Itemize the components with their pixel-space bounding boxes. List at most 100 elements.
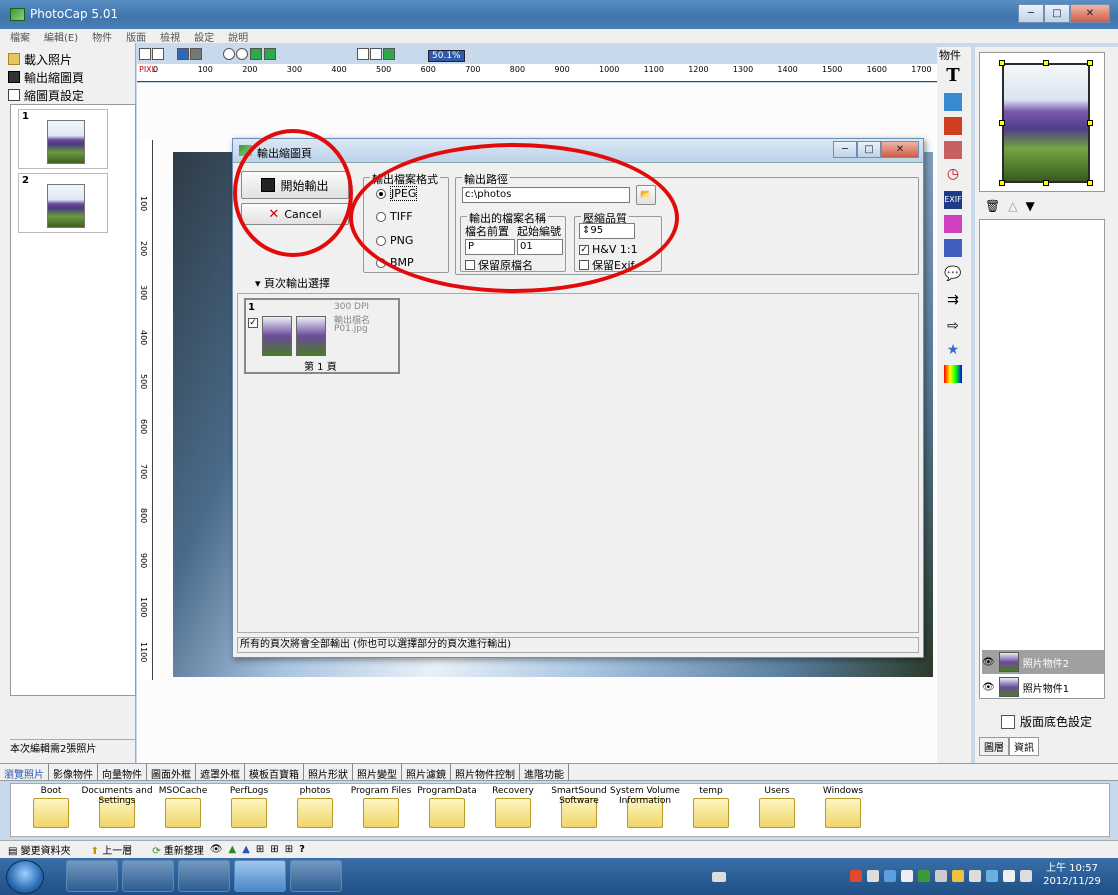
- tray-app-icon[interactable]: [901, 870, 913, 882]
- page-select-toggle[interactable]: ▾ 頁次輸出選擇: [255, 275, 330, 291]
- star-icon[interactable]: ★: [944, 341, 962, 359]
- layers-tool-icon[interactable]: [944, 141, 962, 159]
- speech-bubble-icon[interactable]: 💬: [944, 265, 962, 283]
- hand-icon[interactable]: [370, 48, 382, 60]
- image-tool-icon[interactable]: [944, 93, 962, 111]
- change-folder-button[interactable]: ▤ 變更資料夾: [8, 842, 71, 857]
- resize-handle[interactable]: [1087, 180, 1093, 186]
- network-icon[interactable]: [1003, 870, 1015, 882]
- sort-icon[interactable]: ▲: [242, 844, 250, 855]
- tab-templates[interactable]: 模板百寶箱: [245, 764, 304, 781]
- resize-handle[interactable]: [1087, 120, 1093, 126]
- tab-object-control[interactable]: 照片物件控制: [451, 764, 520, 781]
- thumbnail-item[interactable]: 1: [18, 109, 108, 169]
- copy-icon[interactable]: [177, 48, 189, 60]
- folder-item[interactable]: Windows: [807, 784, 879, 838]
- eye-icon[interactable]: 👁: [982, 657, 995, 668]
- bg-color-checkbox[interactable]: [1001, 714, 1015, 729]
- grid-large-icon[interactable]: ⊞: [285, 844, 293, 855]
- layer-item[interactable]: 👁 照片物件2: [982, 650, 1104, 674]
- resize-handle[interactable]: [999, 180, 1005, 186]
- actual-size-icon[interactable]: [264, 48, 276, 60]
- tray-app-icon[interactable]: [986, 870, 998, 882]
- tab-frames[interactable]: 圖面外框: [147, 764, 196, 781]
- trash-icon[interactable]: 🗑: [985, 199, 1008, 213]
- folder-item[interactable]: System Volume Information: [609, 784, 681, 838]
- resize-handle[interactable]: [999, 120, 1005, 126]
- thumbnail-settings-button[interactable]: 縮圖頁設定: [8, 86, 84, 104]
- word-taskbar-icon[interactable]: [290, 860, 342, 892]
- thumbnail-item[interactable]: 2: [18, 173, 108, 233]
- grid-small-icon[interactable]: ⊞: [256, 844, 264, 855]
- undo-icon[interactable]: [139, 48, 151, 60]
- color-grid-icon[interactable]: [944, 365, 962, 383]
- up-level-button[interactable]: ⬆ 上一層: [91, 842, 133, 857]
- bg-color-setting[interactable]: 版面底色設定: [1001, 713, 1092, 730]
- tab-photo-warp[interactable]: 照片變型: [353, 764, 402, 781]
- refresh-button[interactable]: ⟳ 重新整理: [152, 842, 204, 857]
- text-tool-icon[interactable]: T: [944, 67, 962, 85]
- folder-item[interactable]: Recovery: [477, 784, 549, 838]
- page-card[interactable]: 1 ✓ 300 DPI 輸出檔名 P01.jpg 第 1 頁: [244, 298, 400, 374]
- cake-icon[interactable]: [944, 215, 962, 233]
- resize-handle[interactable]: [999, 60, 1005, 66]
- calendar-icon[interactable]: [944, 239, 962, 257]
- resize-handle[interactable]: [1087, 60, 1093, 66]
- exif-icon[interactable]: EXIF: [944, 191, 962, 209]
- eye-icon[interactable]: 👁: [982, 682, 995, 693]
- tab-image-objects[interactable]: 影像物件: [49, 764, 98, 781]
- tray-app-icon[interactable]: [935, 870, 947, 882]
- folder-item[interactable]: MSOCache: [147, 784, 219, 838]
- tray-app-icon[interactable]: [952, 870, 964, 882]
- folder-item[interactable]: ProgramData: [411, 784, 483, 838]
- fit-icon[interactable]: [250, 48, 262, 60]
- redo-icon[interactable]: [152, 48, 164, 60]
- layer-item[interactable]: 👁 照片物件1: [982, 675, 1104, 699]
- tray-app-icon[interactable]: [969, 870, 981, 882]
- view-icon[interactable]: 👁: [210, 844, 223, 855]
- keyboard-icon[interactable]: [712, 872, 726, 882]
- media-player-taskbar-icon[interactable]: [122, 860, 174, 892]
- menu-edit[interactable]: 編輯(E): [44, 29, 78, 44]
- zoom-in-icon[interactable]: [223, 48, 235, 60]
- folder-item[interactable]: Documents and Settings: [81, 784, 153, 838]
- tray-app-icon[interactable]: [884, 870, 896, 882]
- tab-browse-photos[interactable]: 瀏覽照片: [0, 764, 49, 781]
- export-thumbnail-page-button[interactable]: 輸出縮圖頁: [8, 68, 84, 86]
- zoom-out-icon[interactable]: [236, 48, 248, 60]
- menu-view[interactable]: 檢視: [160, 29, 180, 44]
- clock-icon[interactable]: ◷: [944, 165, 962, 183]
- photocap-taskbar-icon[interactable]: [234, 860, 286, 892]
- folder-item[interactable]: Users: [741, 784, 813, 838]
- arrows-icon[interactable]: ⇉: [944, 291, 962, 309]
- tab-info[interactable]: 資訊: [1009, 737, 1039, 756]
- tab-photo-shapes[interactable]: 照片形狀: [304, 764, 353, 781]
- pointer-icon[interactable]: [357, 48, 369, 60]
- grid-medium-icon[interactable]: ⊞: [270, 844, 278, 855]
- down-icon[interactable]: ▼: [1025, 199, 1042, 213]
- close-button[interactable]: ✕: [1070, 4, 1110, 23]
- volume-icon[interactable]: [1020, 870, 1032, 882]
- tab-photo-filters[interactable]: 照片濾鏡: [402, 764, 451, 781]
- menu-settings[interactable]: 設定: [194, 29, 214, 44]
- explorer-taskbar-icon[interactable]: [66, 860, 118, 892]
- arrow-right-icon[interactable]: ⇨: [944, 317, 962, 335]
- folder-item[interactable]: SmartSound Software: [543, 784, 615, 838]
- menu-object[interactable]: 物件: [92, 29, 112, 44]
- tab-layers[interactable]: 圖層: [979, 737, 1009, 756]
- minimize-button[interactable]: ─: [1018, 4, 1044, 23]
- page-checkbox[interactable]: ✓: [248, 318, 258, 328]
- frame-tool-icon[interactable]: [944, 117, 962, 135]
- taskbar-clock[interactable]: 上午 10:57 2012/11/29: [1036, 862, 1108, 888]
- dialog-maximize-button[interactable]: □: [857, 141, 881, 158]
- folder-item[interactable]: temp: [675, 784, 747, 838]
- up-icon[interactable]: △: [1008, 199, 1025, 213]
- folder-item[interactable]: Program Files: [345, 784, 417, 838]
- mountain-icon[interactable]: ▲: [229, 844, 237, 855]
- tab-advanced[interactable]: 進階功能: [520, 764, 569, 781]
- menu-layout[interactable]: 版面: [126, 29, 146, 44]
- menu-file[interactable]: 檔案: [10, 29, 30, 44]
- tab-vector-objects[interactable]: 向量物件: [98, 764, 147, 781]
- folder-item[interactable]: PerfLogs: [213, 784, 285, 838]
- tray-app-icon[interactable]: [918, 870, 930, 882]
